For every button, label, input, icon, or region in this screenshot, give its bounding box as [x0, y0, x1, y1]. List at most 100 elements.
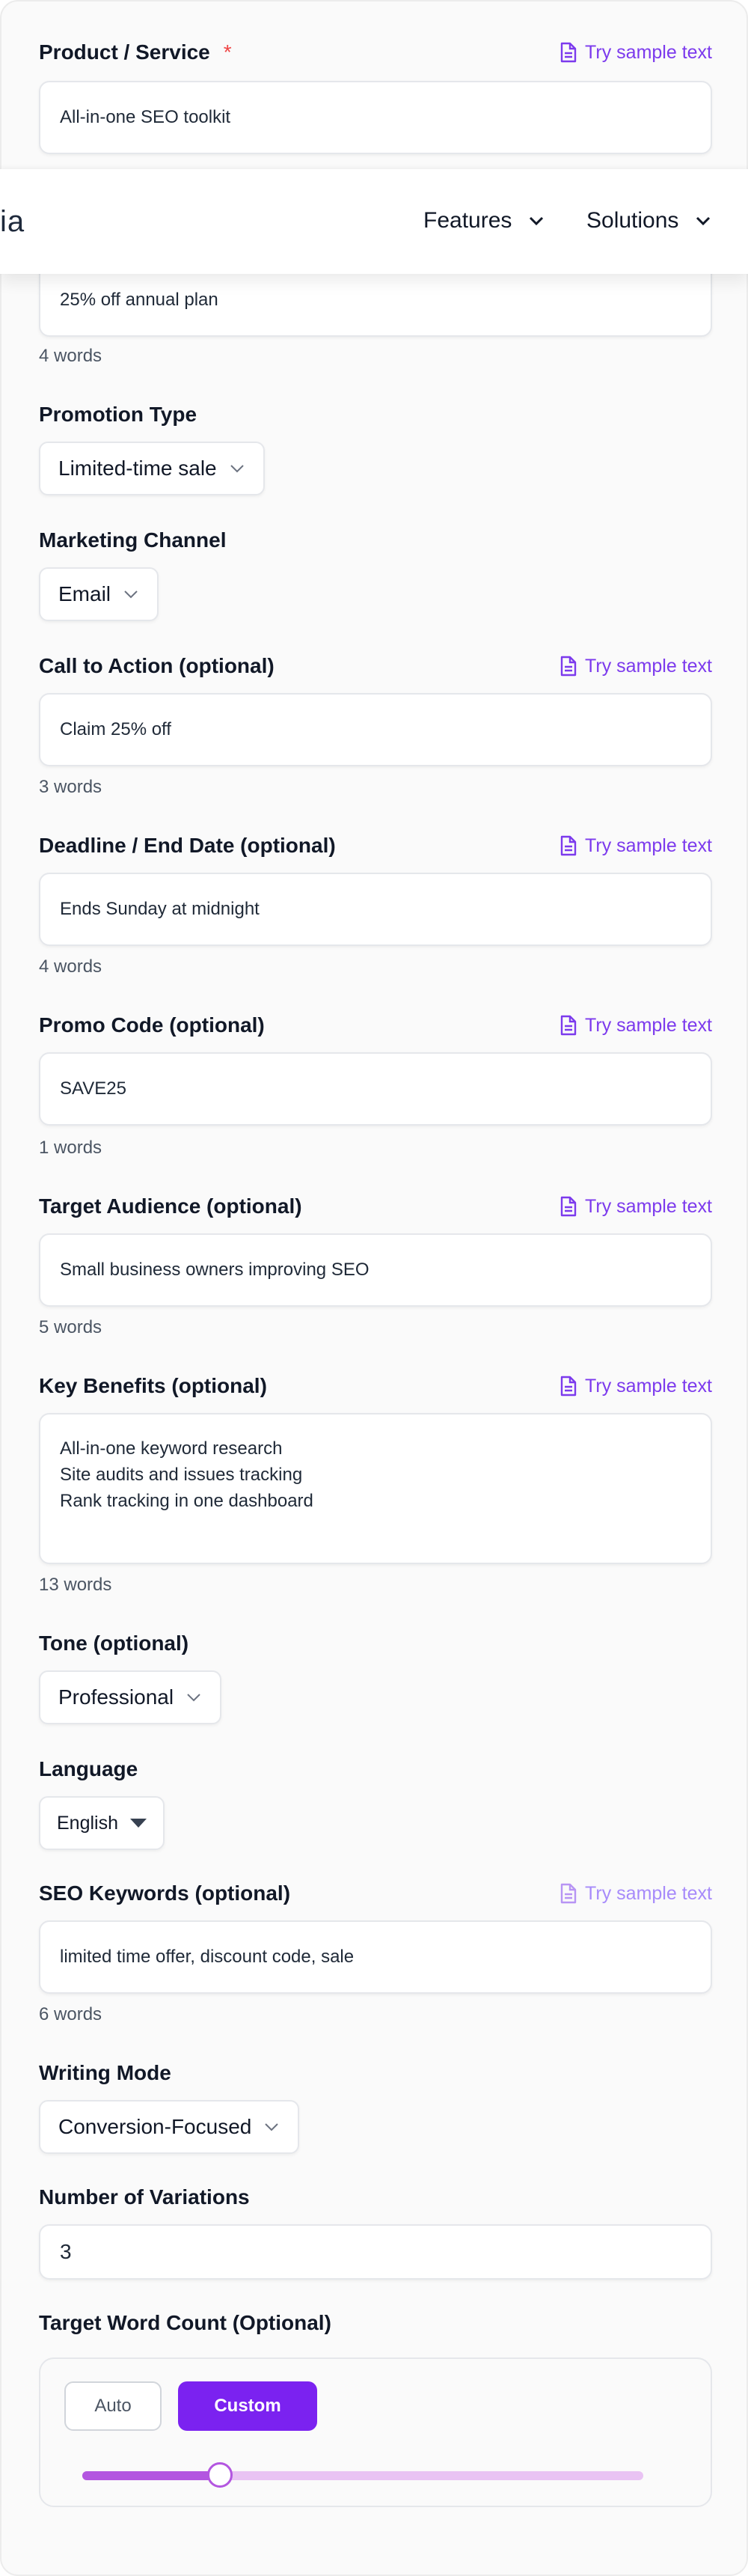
top-navbar: ia Features Solutions [0, 169, 748, 274]
deadline-field: Deadline / End Date (optional) Try sampl… [39, 831, 712, 977]
caret-down-icon [130, 1819, 147, 1828]
sample-label: Try sample text [585, 1882, 712, 1904]
chevron-down-icon [123, 589, 139, 599]
nav-label: Features [423, 208, 512, 233]
marketing-channel-label: Marketing Channel [39, 528, 227, 552]
deadline-label: Deadline / End Date (optional) [39, 834, 336, 857]
promo-code-word-count: 1 words [39, 1138, 102, 1158]
variations-input[interactable]: 3 [39, 2224, 712, 2280]
product-sample-button[interactable]: Try sample text [560, 42, 712, 64]
product-label-row: Product / Service * Try sample text [39, 37, 712, 67]
writing-mode-value: Conversion-Focused [58, 2115, 252, 2138]
nav-label: Solutions [586, 208, 679, 233]
tone-select[interactable]: Professional [39, 1670, 222, 1724]
chevron-down-icon [530, 216, 544, 226]
nav-item-solutions[interactable]: Solutions [586, 208, 711, 234]
offer-input[interactable]: 25% off annual plan [39, 263, 712, 337]
language-label: Language [39, 1757, 138, 1780]
sample-label: Try sample text [585, 1375, 712, 1397]
document-icon [560, 42, 577, 63]
document-icon [560, 835, 577, 856]
variations-label: Number of Variations [39, 2185, 250, 2209]
benefits-word-count: 13 words [39, 1575, 112, 1595]
cta-sample-button[interactable]: Try sample text [560, 656, 712, 677]
benefits-sample-button[interactable]: Try sample text [560, 1376, 712, 1397]
marketing-channel-field: Marketing Channel Email [39, 525, 712, 621]
language-value: English [57, 1812, 118, 1834]
benefits-textarea[interactable]: All-in-one keyword research Site audits … [39, 1413, 712, 1564]
promotion-type-value: Limited-time sale [58, 457, 217, 480]
chevron-down-icon [263, 2122, 280, 2132]
benefits-line: Rank tracking in one dashboard [60, 1491, 313, 1511]
seo-keywords-word-count: 6 words [39, 2004, 102, 2024]
offer-value: 25% off annual plan [60, 290, 218, 310]
benefits-label: Key Benefits (optional) [39, 1374, 267, 1397]
chevron-down-icon [696, 216, 711, 226]
seo-keywords-sample-button[interactable]: Try sample text [560, 1883, 712, 1905]
seo-keywords-field: SEO Keywords (optional) Try sample text … [39, 1878, 712, 2024]
marketing-channel-value: Email [58, 582, 111, 605]
audience-sample-button[interactable]: Try sample text [560, 1196, 712, 1218]
writing-mode-select[interactable]: Conversion-Focused [39, 2100, 300, 2154]
product-field: Product / Service * Try sample text All-… [39, 37, 712, 154]
required-marker: * [223, 40, 232, 64]
chevron-down-icon [186, 1692, 202, 1703]
seo-keywords-label: SEO Keywords (optional) [39, 1881, 291, 1905]
word-count-panel: Auto Custom [39, 2357, 712, 2507]
cta-label: Call to Action (optional) [39, 654, 275, 677]
cta-field: Call to Action (optional) Try sample tex… [39, 651, 712, 797]
sample-label: Try sample text [585, 41, 712, 63]
document-icon [560, 656, 577, 677]
writing-mode-label: Writing Mode [39, 2061, 171, 2084]
document-icon [560, 1015, 577, 1036]
audience-word-count: 5 words [39, 1317, 102, 1337]
chevron-down-icon [229, 463, 245, 474]
promotion-type-label: Promotion Type [39, 403, 197, 426]
document-icon [560, 1196, 577, 1217]
promo-code-sample-button[interactable]: Try sample text [560, 1015, 712, 1037]
tone-field: Tone (optional) Professional [39, 1629, 712, 1724]
tone-value: Professional [58, 1685, 174, 1709]
sample-label: Try sample text [585, 1014, 712, 1036]
deadline-word-count: 4 words [39, 956, 102, 977]
promo-code-input[interactable]: SAVE25 [39, 1052, 712, 1126]
audience-field: Target Audience (optional) Try sample te… [39, 1191, 712, 1337]
sample-label: Try sample text [585, 655, 712, 677]
product-label-wrap: Product / Service * [39, 40, 232, 64]
variations-field: Number of Variations 3 [39, 2182, 712, 2280]
document-icon [560, 1376, 577, 1397]
promo-code-field: Promo Code (optional) Try sample text SA… [39, 1010, 712, 1158]
benefits-field: Key Benefits (optional) Try sample text … [39, 1371, 712, 1595]
target-word-count-label: Target Word Count (Optional) [39, 2311, 331, 2334]
cta-word-count: 3 words [39, 777, 102, 797]
product-label: Product / Service [39, 40, 210, 64]
slider-thumb[interactable] [206, 2462, 233, 2488]
benefits-line: Site audits and issues tracking [60, 1465, 303, 1485]
word-count-slider[interactable] [82, 2462, 643, 2488]
sample-label: Try sample text [585, 1195, 712, 1217]
deadline-input[interactable]: Ends Sunday at midnight [39, 873, 712, 946]
slider-fill [82, 2471, 220, 2480]
audience-label: Target Audience (optional) [39, 1194, 302, 1218]
target-word-count-field: Target Word Count (Optional) [39, 2308, 712, 2338]
sample-label: Try sample text [585, 834, 712, 856]
writing-mode-field: Writing Mode Conversion-Focused [39, 2058, 712, 2154]
cta-input[interactable]: Claim 25% off [39, 693, 712, 766]
marketing-channel-select[interactable]: Email [39, 567, 159, 621]
form-card: Product / Service * Try sample text All-… [0, 0, 748, 2576]
tone-label: Tone (optional) [39, 1632, 189, 1655]
logo-text[interactable]: ia [0, 205, 25, 239]
benefits-line: All-in-one keyword research [60, 1438, 283, 1459]
custom-button[interactable]: Custom [178, 2381, 317, 2431]
deadline-sample-button[interactable]: Try sample text [560, 835, 712, 857]
product-input[interactable]: All-in-one SEO toolkit [39, 81, 712, 154]
nav-item-features[interactable]: Features [423, 208, 545, 234]
language-field: Language English [39, 1754, 712, 1850]
document-icon [560, 1883, 577, 1904]
auto-button[interactable]: Auto [64, 2381, 162, 2431]
seo-keywords-input[interactable]: limited time offer, discount code, sale [39, 1920, 712, 1994]
promotion-type-select[interactable]: Limited-time sale [39, 442, 265, 495]
offer-word-count: 4 words [39, 346, 102, 366]
audience-input[interactable]: Small business owners improving SEO [39, 1233, 712, 1307]
language-select[interactable]: English [39, 1796, 165, 1850]
